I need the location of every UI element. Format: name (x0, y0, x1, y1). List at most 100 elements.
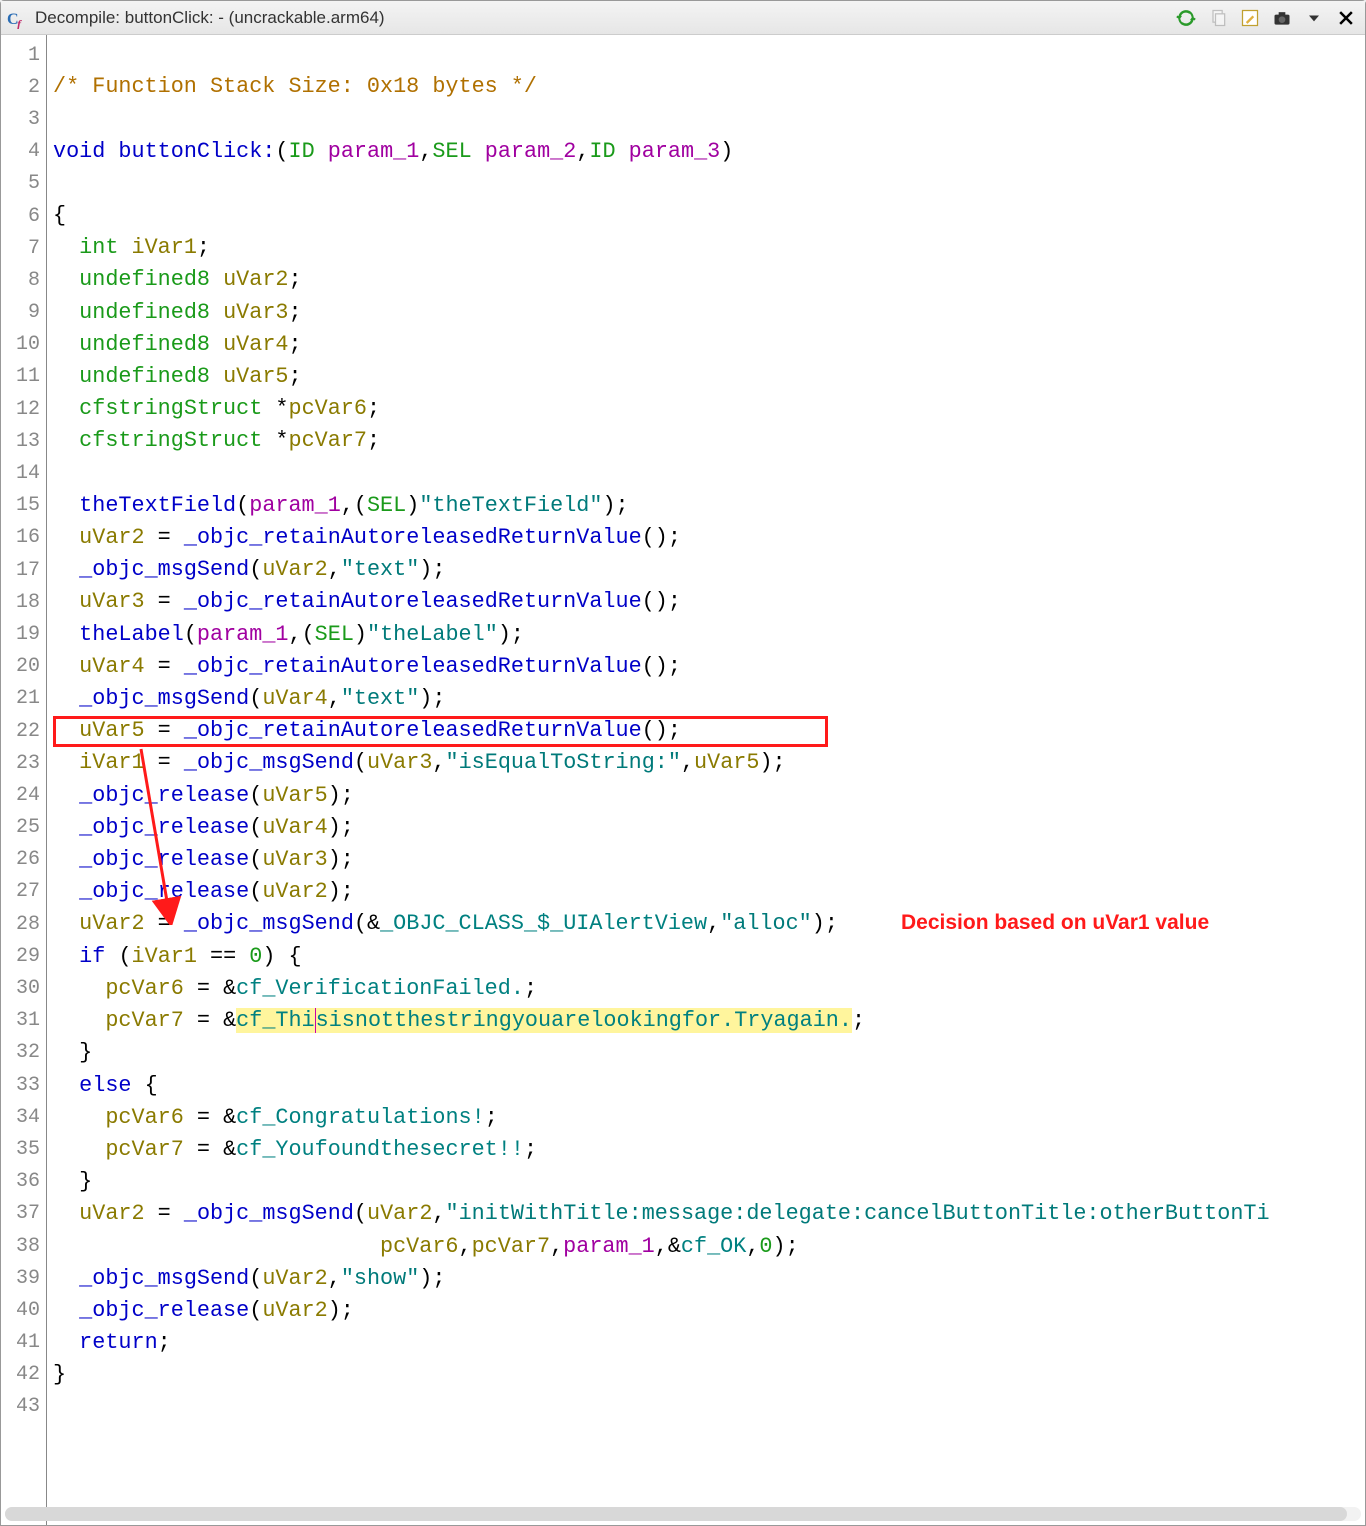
token-var: uVar4 (262, 686, 327, 711)
token-var: pcVar6 (380, 1234, 458, 1259)
token-var: uVar4 (262, 815, 327, 840)
token-type: ID (589, 139, 615, 164)
token-num: 0 (759, 1234, 772, 1259)
token-var: iVar1 (79, 750, 144, 775)
token-string: "alloc" (720, 911, 812, 936)
token-param: param_1 (563, 1234, 655, 1259)
token-var: uVar5 (694, 750, 759, 775)
dropdown-icon[interactable] (1301, 5, 1327, 31)
token-param: param_3 (629, 139, 721, 164)
refresh-icon[interactable] (1173, 5, 1199, 31)
window-title: Decompile: buttonClick: - (uncrackable.a… (35, 8, 385, 28)
token-param: param_1 (249, 493, 341, 518)
token-param: param_2 (485, 139, 577, 164)
token-string: "isEqualToString:" (446, 750, 681, 775)
token-var: uVar5 (79, 718, 144, 743)
token-func: _objc_release (79, 815, 249, 840)
token-var: uVar4 (79, 654, 144, 679)
token-var: uVar3 (223, 300, 288, 325)
token-num: 0 (249, 944, 262, 969)
token-string: "text" (341, 686, 419, 711)
token-var: uVar2 (262, 1298, 327, 1323)
token-var: pcVar7 (288, 428, 366, 453)
token-global: cf_Youfoundthesecret!! (236, 1137, 524, 1162)
token-var: pcVar6 (105, 976, 183, 1001)
token-var: uVar2 (367, 1201, 432, 1226)
token-func: _objc_msgSend (79, 557, 249, 582)
token-func: _objc_release (79, 783, 249, 808)
token-void: void (53, 139, 105, 164)
token-type: ID (288, 139, 314, 164)
token-func: _objc_msgSend (184, 1201, 354, 1226)
token-var: iVar1 (132, 944, 197, 969)
camera-icon[interactable] (1269, 5, 1295, 31)
token-type: cfstringStruct (79, 396, 262, 421)
token-brace: } (53, 1362, 66, 1387)
token-func: _objc_msgSend (184, 911, 354, 936)
token-var: uVar2 (79, 1201, 144, 1226)
token-global: _OBJC_CLASS_$_UIAlertView (380, 911, 707, 936)
copy-icon[interactable] (1205, 5, 1231, 31)
token-var: pcVar7 (105, 1137, 183, 1162)
token-var: uVar2 (79, 911, 144, 936)
token-param: param_1 (328, 139, 420, 164)
token-func: theTextField (79, 493, 236, 518)
code-view[interactable]: /* Function Stack Size: 0x18 bytes */ vo… (47, 35, 1365, 1525)
token-type: undefined8 (79, 267, 210, 292)
token-var: uVar3 (367, 750, 432, 775)
horizontal-scrollbar[interactable] (5, 1507, 1361, 1521)
token-func: _objc_release (79, 1298, 249, 1323)
token-type: SEL (432, 139, 471, 164)
token-func: theLabel (79, 622, 184, 647)
token-param: param_1 (197, 622, 289, 647)
token-var: uVar2 (262, 557, 327, 582)
code-comment: /* Function Stack Size: 0x18 bytes */ (53, 74, 537, 99)
token-funcname: buttonClick: (118, 139, 275, 164)
close-icon[interactable] (1333, 5, 1359, 31)
token-var: uVar5 (262, 783, 327, 808)
token-var: uVar3 (262, 847, 327, 872)
token-global: cf_OK (681, 1234, 746, 1259)
token-type: SEL (367, 493, 406, 518)
token-func: _objc_msgSend (184, 750, 354, 775)
token-global: cf_VerificationFailed. (236, 976, 524, 1001)
token-func: _objc_msgSend (79, 686, 249, 711)
token-brace: { (53, 203, 66, 228)
token-var: uVar2 (262, 879, 327, 904)
code-area: 12345 678910 1112131415 1617181920 21222… (1, 35, 1365, 1525)
token-global: cf_Thi (236, 1008, 314, 1033)
token-type: undefined8 (79, 364, 210, 389)
token-var: pcVar7 (472, 1234, 550, 1259)
decompile-app-icon: C f (7, 7, 29, 29)
token-func: _objc_retainAutoreleasedReturnValue (184, 718, 642, 743)
token-func: _objc_release (79, 879, 249, 904)
token-string: "show" (341, 1266, 419, 1291)
annotation-label: Decision based on uVar1 value (901, 911, 1209, 935)
token-type: undefined8 (79, 332, 210, 357)
token-string: "text" (341, 557, 419, 582)
token-func: _objc_retainAutoreleasedReturnValue (184, 654, 642, 679)
token-func: _objc_retainAutoreleasedReturnValue (184, 589, 642, 614)
token-var: uVar3 (79, 589, 144, 614)
token-type: SEL (315, 622, 354, 647)
token-var: uVar4 (223, 332, 288, 357)
token-global: cf_Congratulations! (236, 1105, 485, 1130)
token-string: "theTextField" (419, 493, 602, 518)
token-type: undefined8 (79, 300, 210, 325)
token-func: _objc_release (79, 847, 249, 872)
token-string: "theLabel" (367, 622, 498, 647)
token-var: pcVar7 (105, 1008, 183, 1033)
token-type: int (79, 235, 118, 260)
edit-icon[interactable] (1237, 5, 1263, 31)
token-var: uVar5 (223, 364, 288, 389)
token-var: uVar2 (223, 267, 288, 292)
token-string: "initWithTitle:message:delegate:cancelBu… (446, 1201, 1270, 1226)
titlebar: C f Decompile: buttonClick: - (uncrackab… (1, 1, 1365, 35)
token-keyword: if (79, 944, 105, 969)
token-var: uVar2 (262, 1266, 327, 1291)
token-func: _objc_retainAutoreleasedReturnValue (184, 525, 642, 550)
token-var: pcVar6 (288, 396, 366, 421)
token-keyword: return (79, 1330, 157, 1355)
line-gutter: 12345 678910 1112131415 1617181920 21222… (1, 35, 47, 1525)
token-func: _objc_msgSend (79, 1266, 249, 1291)
